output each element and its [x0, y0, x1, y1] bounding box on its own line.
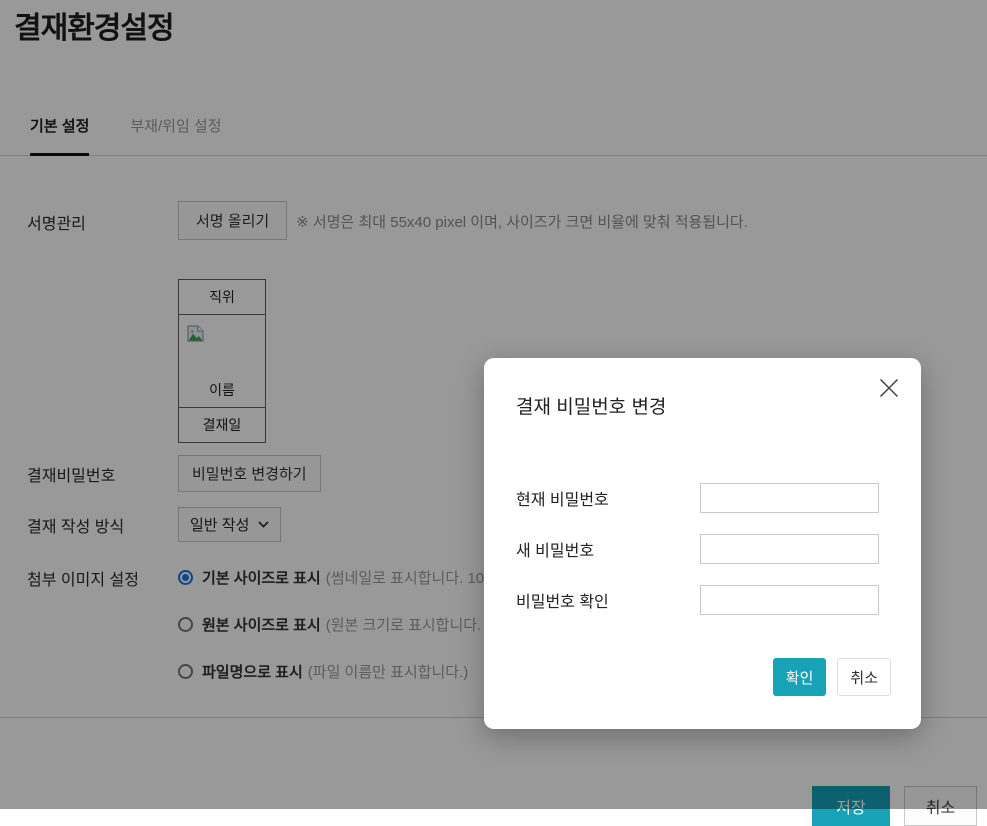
- confirm-password-label: 비밀번호 확인: [514, 588, 700, 612]
- current-password-label: 현재 비밀번호: [514, 486, 700, 510]
- modal-cancel-button[interactable]: 취소: [837, 658, 891, 696]
- modal-fields: 현재 비밀번호 새 비밀번호 비밀번호 확인: [514, 483, 891, 615]
- new-password-input[interactable]: [700, 534, 879, 564]
- new-password-row: 새 비밀번호: [514, 534, 891, 564]
- current-password-input[interactable]: [700, 483, 879, 513]
- new-password-label: 새 비밀번호: [514, 537, 700, 561]
- confirm-button[interactable]: 확인: [773, 658, 827, 696]
- current-password-row: 현재 비밀번호: [514, 483, 891, 513]
- modal-title: 결재 비밀번호 변경: [516, 392, 891, 419]
- confirm-password-input[interactable]: [700, 585, 879, 615]
- close-icon[interactable]: [876, 375, 902, 401]
- password-change-modal: 결재 비밀번호 변경 현재 비밀번호 새 비밀번호 비밀번호 확인 확인 취소: [484, 358, 921, 729]
- confirm-password-row: 비밀번호 확인: [514, 585, 891, 615]
- modal-buttons: 확인 취소: [514, 658, 891, 696]
